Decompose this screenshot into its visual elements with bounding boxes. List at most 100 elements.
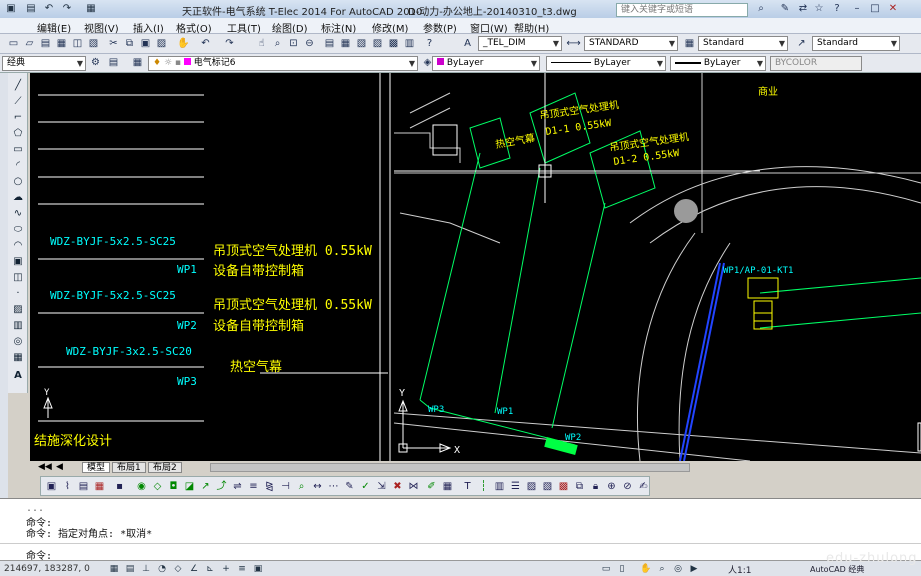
open-icon[interactable]: ▱ — [22, 37, 37, 51]
otrack-icon[interactable]: ∠ — [188, 563, 200, 575]
t-attach-icon[interactable]: ▨ — [525, 480, 538, 493]
workspace-select[interactable]: 经典 ▼ — [2, 56, 86, 71]
steering-icon[interactable]: ◎ — [672, 563, 684, 575]
annotation-scale[interactable]: 人1:1 — [728, 563, 752, 576]
point-icon[interactable]: · — [11, 287, 25, 300]
dim-style-icon[interactable]: ⟷ — [566, 37, 581, 51]
table-style-icon[interactable]: ▦ — [682, 37, 697, 51]
make-block-icon[interactable]: ◫ — [11, 271, 25, 284]
ellipse-icon[interactable]: ⬭ — [11, 223, 25, 236]
ellipse-arc-icon[interactable]: ◠ — [11, 239, 25, 252]
zoom-window-icon[interactable]: ⊡ — [286, 37, 301, 51]
table-icon[interactable]: ▦ — [11, 351, 25, 364]
t-scale-icon[interactable]: ⇲ — [375, 480, 388, 493]
menu-params[interactable]: 参数(P) — [423, 20, 457, 35]
t-copy-icon[interactable]: ⧉ — [573, 480, 586, 493]
t-mirror-icon[interactable]: ⧎ — [263, 480, 276, 493]
menu-modify[interactable]: 修改(M) — [372, 20, 408, 35]
menu-edit[interactable]: 编辑(E) — [37, 20, 71, 35]
favorite-icon[interactable]: ☆ — [812, 2, 826, 16]
t-join-icon[interactable]: ⋈ — [407, 480, 420, 493]
plot-icon[interactable]: ▦ — [84, 2, 98, 15]
t-edit-icon[interactable]: ✎ — [343, 480, 356, 493]
save-icon[interactable]: ▤ — [24, 2, 38, 15]
t-draw-icon[interactable]: ✐ — [425, 480, 438, 493]
region-icon[interactable]: ◎ — [11, 335, 25, 348]
t-select-icon[interactable]: ▧ — [541, 480, 554, 493]
zoom-status-icon[interactable]: ⌕ — [656, 563, 668, 575]
help-icon[interactable]: ? — [830, 2, 844, 16]
tab-nav-prev-icon[interactable]: ◀ — [52, 462, 67, 473]
text-style-icon[interactable]: A — [460, 37, 475, 51]
mleader-style-icon[interactable]: ↗ — [794, 37, 809, 51]
maximize-icon[interactable]: □ — [868, 2, 882, 16]
drawing-svg[interactable]: Y WDZ-BYJF-5x2.5-SC25 WP1 吊顶式空气处理机 0.55k… — [30, 73, 921, 461]
t-break-icon[interactable]: ⊣ — [279, 480, 292, 493]
undo-icon[interactable]: ↶ — [42, 2, 56, 15]
t-brush-icon[interactable]: ✍ — [637, 480, 650, 493]
search-input[interactable]: 键入关键字或短语 — [616, 3, 748, 17]
t-list-icon[interactable]: ☰ — [509, 480, 522, 493]
new-icon[interactable]: ▭ — [6, 37, 21, 51]
cut-icon[interactable]: ✂ — [106, 37, 121, 51]
tab-model[interactable]: 模型 — [82, 462, 111, 473]
rectangle-icon[interactable]: ▭ — [11, 143, 25, 156]
showmotion-icon[interactable]: ▶ — [688, 563, 700, 575]
tab-layout1[interactable]: 布局1 — [112, 462, 146, 473]
t-panel-icon[interactable]: ▦ — [93, 480, 106, 493]
pan-icon[interactable]: ✋ — [176, 37, 191, 51]
t-match-icon[interactable]: ⊘ — [621, 480, 634, 493]
app-menu-icon[interactable]: ▣ — [4, 2, 18, 15]
help-tb-icon[interactable]: ? — [422, 37, 437, 51]
t-table-icon[interactable]: ▦ — [441, 480, 454, 493]
snap-icon[interactable]: ▦ — [108, 563, 120, 575]
paste-icon[interactable]: ▣ — [138, 37, 153, 51]
layer-states-icon[interactable]: ▦ — [130, 56, 145, 70]
insert-block-icon[interactable]: ▣ — [11, 255, 25, 268]
t-mark-icon[interactable]: ▩ — [557, 480, 570, 493]
t-leader-icon[interactable]: ⋯ — [327, 480, 340, 493]
workspace-settings-icon[interactable]: ⚙ — [88, 56, 103, 70]
layout-icon[interactable]: ▯ — [616, 563, 628, 575]
t-text-icon[interactable]: T — [461, 480, 474, 493]
lwt-icon[interactable]: ≡ — [236, 563, 248, 575]
command-window[interactable]: ... 命令: 命令: 指定对角点: *取消* 命令: — [0, 498, 921, 562]
menu-dimension[interactable]: 标注(N) — [321, 20, 356, 35]
line-icon[interactable]: ╱ — [11, 79, 25, 92]
zoom-realtime-icon[interactable]: ⌕ — [270, 37, 285, 51]
t-grid-icon[interactable]: ▥ — [493, 480, 506, 493]
copy-icon[interactable]: ⧉ — [122, 37, 137, 51]
publish-icon[interactable]: ▧ — [86, 37, 101, 51]
mtext-icon[interactable]: A — [11, 369, 25, 382]
qp-icon[interactable]: ▣ — [252, 563, 264, 575]
model-space-icon[interactable]: ▭ — [600, 563, 612, 575]
save-file-icon[interactable]: ▤ — [38, 37, 53, 51]
t-label-icon[interactable]: ▤ — [77, 480, 90, 493]
spline-icon[interactable]: ∿ — [11, 207, 25, 220]
gradient-icon[interactable]: ▥ — [11, 319, 25, 332]
coordinates-readout[interactable]: 214697, 183287, 0 — [4, 564, 90, 574]
menu-view[interactable]: 视图(V) — [84, 20, 119, 35]
preview-icon[interactable]: ◫ — [70, 37, 85, 51]
t-zoom-icon[interactable]: ⌕ — [295, 480, 308, 493]
undo-tb-icon[interactable]: ↶ — [198, 37, 213, 51]
t-light-icon[interactable]: ◉ — [135, 480, 148, 493]
arc-icon[interactable]: ◜ — [11, 159, 25, 172]
sheet-set-icon[interactable]: ▨ — [370, 37, 385, 51]
construction-line-icon[interactable]: ⟋ — [11, 95, 25, 108]
circle-icon[interactable]: ○ — [11, 175, 25, 188]
tool-palette-icon[interactable]: ▧ — [354, 37, 369, 51]
t-check-icon[interactable]: ✓ — [359, 480, 372, 493]
redo-icon[interactable]: ↷ — [60, 2, 74, 15]
dim-style-select[interactable]: _TEL_DIM ▼ — [478, 36, 562, 51]
t-device-icon[interactable]: ▣ — [45, 480, 58, 493]
match-icon[interactable]: ▨ — [154, 37, 169, 51]
osnap-icon[interactable]: ◇ — [172, 563, 184, 575]
t-bend-icon[interactable]: ⤴ — [215, 480, 228, 493]
print-icon[interactable]: ▦ — [54, 37, 69, 51]
t-erase-icon[interactable]: ✖ — [391, 480, 404, 493]
menu-window[interactable]: 窗口(W) — [470, 20, 508, 35]
menu-help[interactable]: 帮助(H) — [514, 20, 549, 35]
table-style-select[interactable]: Standard ▼ — [698, 36, 788, 51]
markup-icon[interactable]: ▩ — [386, 37, 401, 51]
